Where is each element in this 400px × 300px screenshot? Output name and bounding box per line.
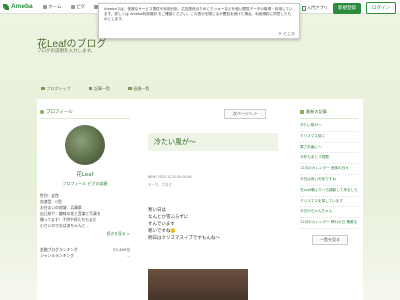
avatar[interactable] [65,125,105,165]
left-sidebar: プロフィール 花Leaf プロフィール ピグの部屋 性別：女性 血液型：O型 お… [40,109,130,259]
cookie-notice: Amebaでは、快適なサービス提供や利用分析、広告配信のためにクッキーなどを使い… [98,3,300,39]
body-line: 明日はクリスマスイブですもんね〜 [148,236,220,241]
cookie-close-label: とじる [283,31,295,36]
list-item[interactable]: 12月のカレンダー 晴れの日 素敵な [300,220,358,229]
list-icon [88,86,92,91]
list-item[interactable]: 今年もあと３週間 [300,155,358,165]
ranking: 金融ブログランキング 33,489位 ジャンルランキング... [40,247,130,259]
view-all-button[interactable]: 一覧を見る [312,234,348,245]
nav-pigg[interactable]: ピグ [70,4,86,10]
ranking-value: ... [126,253,130,258]
entry-theme[interactable]: テーマ：ブログ [148,182,172,187]
content-area: プロフィール 花Leaf プロフィール ピグの部屋 性別：女性 血液型：O型 お… [37,99,363,300]
account-actions: 入門アプリ 新規登録 ログイン [301,2,396,14]
recent-heading-label: 最新の記事 [306,109,327,114]
menu-entry-list[interactable]: 記事一覧 [88,85,110,92]
cookie-text: Amebaでは、快適なサービス提供や利用分析、広告配信のためにクッキーなどを使い… [104,7,293,21]
profile-links[interactable]: プロフィール ピグの部屋 [40,181,130,187]
entry-title[interactable]: 冷たい風が〜 [148,133,278,151]
logo-text: Ameba [11,3,33,10]
ranking-row[interactable]: ジャンルランキング... [40,253,130,259]
list-item[interactable]: 冷たい風が〜 [300,123,358,132]
menu-blog-top-label: ブログトップ [46,85,71,91]
nav-home-label: ホーム [48,4,62,10]
entry-body: 寒い日は なんとか雪ふらずに すんでいます 寒いですね🙂 明日はクリスマスイブで… [148,207,220,242]
list-item[interactable]: 12月のカレンダー 音楽の日々 [300,166,358,175]
recent-heading: 最新の記事 [300,109,358,119]
list-item[interactable]: 寒さ本番に〜 [300,145,358,154]
body-line: すんでいます [148,222,175,227]
menu-blog-top[interactable]: ブログトップ [41,86,71,92]
nickname[interactable]: 花Leaf [40,170,130,178]
leaf-icon [3,3,9,10]
blog-description: ブログの説明を入力します。 [37,49,96,54]
home-icon [42,4,47,9]
menu-image-list-label: 画像一覧 [133,85,150,91]
profile-heading: プロフィール [40,109,130,119]
image-icon [128,86,132,91]
list-item[interactable]: クリスマスを探しています [300,199,358,208]
smartphone-icon [301,5,306,11]
ameba-logo[interactable]: Ameba [3,3,33,10]
right-sidebar: 最新の記事 冷たい風が〜 クリスマス前に 寒さ本番に〜 今年もあと３週間 12月… [300,109,358,245]
profile-line: 小さいのでおばあちゃんと... [40,223,90,228]
document-icon [300,110,304,114]
pigg-icon [70,4,75,9]
entry-photo[interactable] [148,269,248,300]
body-line: なんとか雪ふらずに [148,215,189,220]
cookie-close-button[interactable]: ✕ とじる [278,31,295,36]
menu-image-list[interactable]: 画像一覧 [128,86,150,92]
recent-list: 冷たい風が〜 クリスマス前に 寒さ本番に〜 今年もあと３週間 12月のカレンダー… [300,123,358,229]
list-item[interactable]: 花Leaf朝ふり〜も撮影して来ました [300,188,358,197]
more-profile-link[interactable]: 続きを見る > [40,231,130,237]
app-link-label: 入門アプリ [307,5,328,10]
app-link[interactable]: 入門アプリ [301,5,328,11]
profile-info: 性別：女性 血液型：O型 お住まいの地域：兵庫県 自己紹介：趣味の花と音楽と写真… [40,193,130,229]
list-item[interactable]: 今日は良い天気ですね [300,177,358,186]
body-line: 寒いですね🙂 [148,229,176,234]
ranking-label: ジャンルランキング [40,253,74,258]
profile-icon [40,110,44,114]
profile-heading-label: プロフィール [46,110,73,115]
list-item[interactable]: 今日のちゃんちゃん [300,209,358,219]
list-item[interactable]: クリスマス前に [300,134,358,143]
home-icon [41,86,45,91]
menu-entry-list-label: 記事一覧 [94,85,110,91]
next-page-button[interactable]: 次ページへ > [224,109,266,119]
login-button[interactable]: ログイン [366,2,396,14]
nav-home[interactable]: ホーム [42,4,62,10]
entry-date: NEW! 2022-12-20 00:00:00 [148,175,192,179]
register-button[interactable]: 新規登録 [333,2,361,14]
blog-menu: ブログトップ 記事一覧 画像一覧 [37,84,363,93]
body-line: 寒い日は [148,208,166,213]
nav-pigg-label: ピグ [76,4,86,10]
